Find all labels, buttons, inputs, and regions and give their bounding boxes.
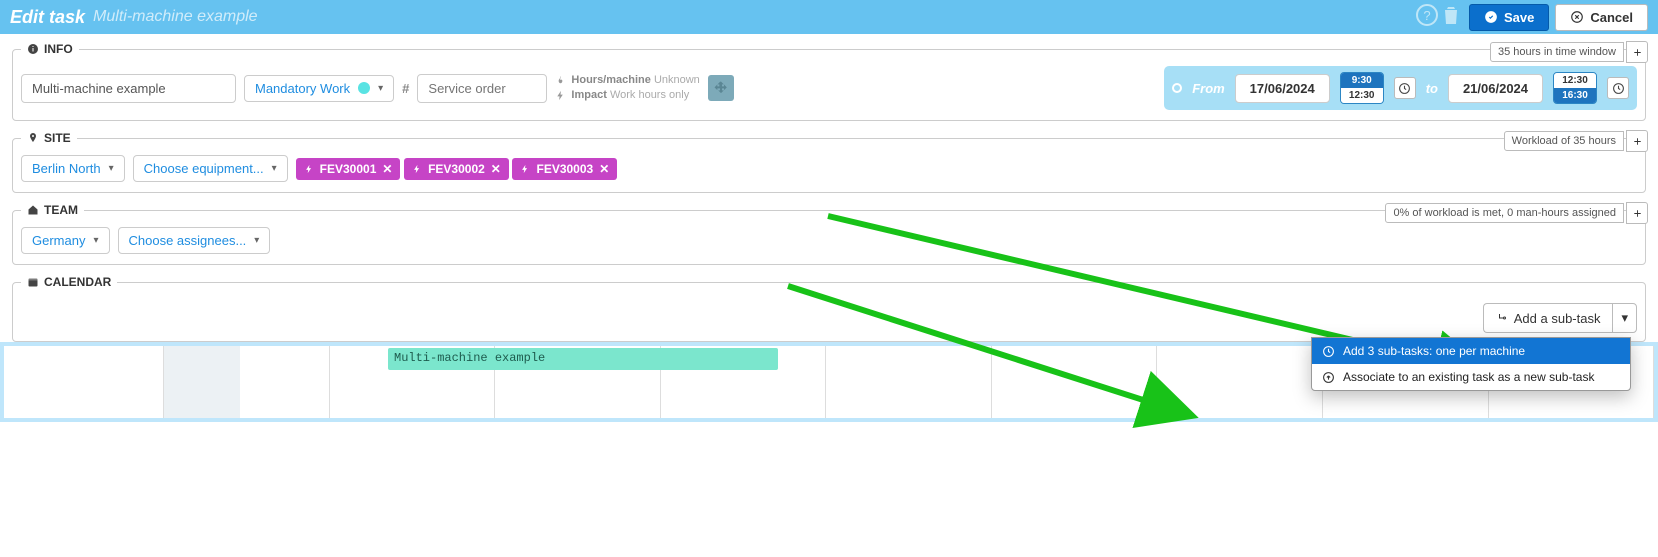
team-expand-button[interactable]: [1626, 202, 1648, 224]
calendar-panel: CALENDAR Add a sub-task ▾ Add 3 sub-task…: [12, 275, 1646, 342]
add-subtask-caret[interactable]: ▾: [1612, 303, 1637, 333]
site-panel: SITE Workload of 35 hours Berlin North ▾…: [12, 131, 1646, 193]
page-title: Edit task: [10, 7, 85, 28]
hash-icon: #: [402, 81, 409, 96]
save-button-label: Save: [1504, 10, 1534, 25]
bolt-icon: [555, 90, 566, 101]
site-legend: SITE: [21, 131, 77, 145]
caret-down-icon: ▾: [93, 235, 98, 246]
caret-down-icon: ▾: [1621, 310, 1628, 326]
choose-equipment-select[interactable]: Choose equipment... ▾: [133, 155, 288, 182]
equipment-tag[interactable]: FEV30003 ✕: [512, 158, 617, 180]
calendar-task-bar[interactable]: Multi-machine example: [388, 348, 778, 370]
info-meta: Hours/machine Unknown Impact Work hours …: [555, 73, 699, 104]
from-date-input[interactable]: [1235, 74, 1330, 103]
pin-icon: [27, 132, 39, 144]
equipment-tag[interactable]: FEV30002 ✕: [404, 158, 509, 180]
team-region-select[interactable]: Germany ▾: [21, 227, 110, 254]
service-order-input[interactable]: [417, 74, 547, 103]
calendar-icon: [27, 276, 39, 288]
to-label: to: [1426, 81, 1438, 96]
work-type-select[interactable]: Mandatory Work ▾: [244, 75, 394, 102]
calendar-shade: [164, 346, 240, 418]
team-badge-area: 0% of workload is met, 0 man-hours assig…: [1385, 202, 1648, 224]
task-name-input[interactable]: [21, 74, 236, 103]
tag-remove-icon[interactable]: ✕: [491, 162, 501, 176]
link-icon: [1322, 371, 1335, 384]
bolt-icon: [304, 164, 314, 174]
site-badge: Workload of 35 hours: [1504, 131, 1624, 151]
add-subtask-button[interactable]: Add a sub-task: [1483, 303, 1613, 333]
help-icon[interactable]: ?: [1415, 3, 1439, 31]
info-badge-area: 35 hours in time window: [1490, 41, 1648, 63]
flame-icon: [555, 75, 566, 86]
cancel-button-label: Cancel: [1590, 10, 1633, 25]
home-icon: [27, 204, 39, 216]
info-expand-button[interactable]: [1626, 41, 1648, 63]
from-label: From: [1192, 81, 1225, 96]
from-time-badge[interactable]: 9:30 12:30: [1340, 72, 1384, 104]
info-icon: [27, 43, 39, 55]
clock-icon: [1322, 345, 1335, 358]
caret-down-icon: ▾: [109, 163, 114, 174]
site-expand-button[interactable]: [1626, 130, 1648, 152]
info-panel: INFO 35 hours in time window Mandatory W…: [12, 42, 1646, 121]
to-clock-button[interactable]: [1607, 77, 1629, 99]
tag-remove-icon[interactable]: ✕: [599, 162, 609, 176]
site-badge-area: Workload of 35 hours: [1504, 130, 1648, 152]
to-time-badge[interactable]: 12:30 16:30: [1553, 72, 1597, 104]
team-badge: 0% of workload is met, 0 man-hours assig…: [1385, 203, 1624, 223]
caret-down-icon: ▾: [272, 163, 277, 174]
tag-label: FEV30003: [536, 162, 593, 176]
info-badge: 35 hours in time window: [1490, 42, 1624, 62]
bolt-icon: [412, 164, 422, 174]
tag-remove-icon[interactable]: ✕: [382, 162, 392, 176]
topbar: Edit task Multi-machine example ? Save C…: [0, 0, 1658, 34]
site-location-select[interactable]: Berlin North ▾: [21, 155, 125, 182]
range-start-dot-icon: [1172, 83, 1182, 93]
team-legend: TEAM: [21, 203, 84, 217]
tag-label: FEV30001: [320, 162, 377, 176]
from-clock-button[interactable]: [1394, 77, 1416, 99]
bolt-icon: [520, 164, 530, 174]
svg-text:?: ?: [1423, 8, 1430, 23]
trash-icon[interactable]: [1439, 3, 1463, 31]
subtask-icon: [1496, 312, 1508, 324]
tag-label: FEV30002: [428, 162, 485, 176]
save-button[interactable]: Save: [1469, 4, 1549, 31]
choose-assignees-select[interactable]: Choose assignees... ▾: [118, 227, 271, 254]
move-icon[interactable]: [708, 75, 734, 101]
cancel-button[interactable]: Cancel: [1555, 4, 1648, 31]
caret-down-icon: ▾: [378, 83, 383, 94]
date-range: From 9:30 12:30 to 12:30 16:30: [1164, 66, 1637, 110]
menu-item-associate-existing[interactable]: Associate to an existing task as a new s…: [1312, 364, 1630, 390]
calendar-toolbar: Add a sub-task ▾ Add 3 sub-tasks: one pe…: [21, 299, 1637, 341]
subtask-dropdown-menu: Add 3 sub-tasks: one per machine Associa…: [1311, 337, 1631, 391]
calendar-legend: CALENDAR: [21, 275, 117, 289]
equipment-tag[interactable]: FEV30001 ✕: [296, 158, 401, 180]
menu-item-add-per-machine[interactable]: Add 3 sub-tasks: one per machine: [1312, 338, 1630, 364]
cyan-dot-icon: [358, 82, 370, 94]
caret-down-icon: ▾: [254, 235, 259, 246]
info-legend: INFO: [21, 42, 79, 56]
page-subtitle: Multi-machine example: [93, 8, 258, 26]
to-date-input[interactable]: [1448, 74, 1543, 103]
team-panel: TEAM 0% of workload is met, 0 man-hours …: [12, 203, 1646, 265]
